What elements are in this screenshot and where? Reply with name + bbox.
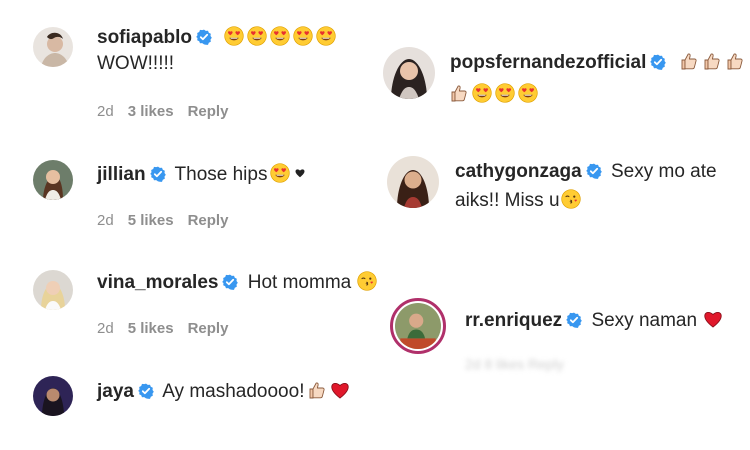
reply-button[interactable]: Reply [188, 103, 229, 120]
black-heart-emoji [293, 166, 307, 180]
heart-eyes-emoji [224, 26, 244, 46]
kissing-wink-emoji [357, 271, 377, 291]
verified-badge-icon [222, 274, 238, 290]
heart-eyes-emoji [247, 26, 267, 46]
timestamp: 2d [97, 103, 114, 120]
comment-text: aiks!! Miss u [455, 190, 560, 211]
emoji-line [449, 83, 538, 107]
heart-eyes-emoji [293, 26, 313, 46]
avatar[interactable] [390, 298, 446, 354]
username[interactable]: sofiapablo [97, 27, 192, 48]
timestamp: 2d [97, 212, 114, 229]
username[interactable]: jaya [97, 381, 134, 402]
heart-eyes-emoji [472, 83, 492, 103]
avatar[interactable] [33, 27, 73, 67]
thumbs-up-emoji [725, 51, 745, 71]
comment-text: Ay mashadoooo! [162, 381, 305, 402]
verified-badge-icon [138, 383, 154, 399]
verified-badge-icon [566, 312, 582, 328]
heart-eyes-emoji [495, 83, 515, 103]
thumbs-up-emoji [679, 51, 699, 71]
comment-text: Sexy naman [591, 310, 698, 331]
likes-count[interactable]: 5 likes [128, 320, 174, 337]
username[interactable]: rr.enriquez [465, 310, 562, 331]
avatar[interactable] [33, 376, 73, 416]
comment-meta-blurred: 2d 8 likes Reply [465, 356, 564, 372]
kissing-wink-emoji [561, 189, 581, 209]
reply-button[interactable]: Reply [188, 320, 229, 337]
heart-eyes-emoji [270, 163, 290, 183]
timestamp: 2d [97, 320, 114, 337]
verified-badge-icon [150, 166, 166, 182]
heart-eyes-emoji [518, 83, 538, 103]
red-heart-emoji [330, 380, 350, 400]
thumbs-up-emoji [449, 83, 469, 103]
reply-button[interactable]: Reply [188, 212, 229, 229]
thumbs-up-emoji [702, 51, 722, 71]
likes-count[interactable]: 3 likes [128, 103, 174, 120]
comment-text: Sexy mo ate [610, 161, 717, 182]
comment-meta: 2d 5 likes Reply [97, 212, 242, 229]
avatar[interactable] [383, 47, 435, 99]
username[interactable]: popsfernandezofficial [450, 52, 646, 73]
likes-count[interactable]: 5 likes [128, 212, 174, 229]
avatar[interactable] [387, 156, 439, 208]
verified-badge-icon [586, 163, 602, 179]
comment-text: WOW!!!!! [97, 53, 175, 74]
thumbs-up-emoji [307, 380, 327, 400]
comment-meta: 2d 5 likes Reply [97, 320, 242, 337]
comment-text: Those hips [174, 164, 268, 185]
heart-eyes-emoji [270, 26, 290, 46]
heart-eyes-emoji [316, 26, 336, 46]
comment-text: Hot momma [247, 272, 352, 293]
red-heart-emoji [703, 309, 723, 329]
verified-badge-icon [650, 54, 666, 70]
username[interactable]: vina_morales [97, 272, 218, 293]
avatar[interactable] [33, 270, 73, 310]
avatar[interactable] [33, 160, 73, 200]
username[interactable]: cathygonzaga [455, 161, 582, 182]
verified-badge-icon [196, 29, 212, 45]
comment-meta: 2d 3 likes Reply [97, 103, 242, 120]
username[interactable]: jillian [97, 164, 146, 185]
